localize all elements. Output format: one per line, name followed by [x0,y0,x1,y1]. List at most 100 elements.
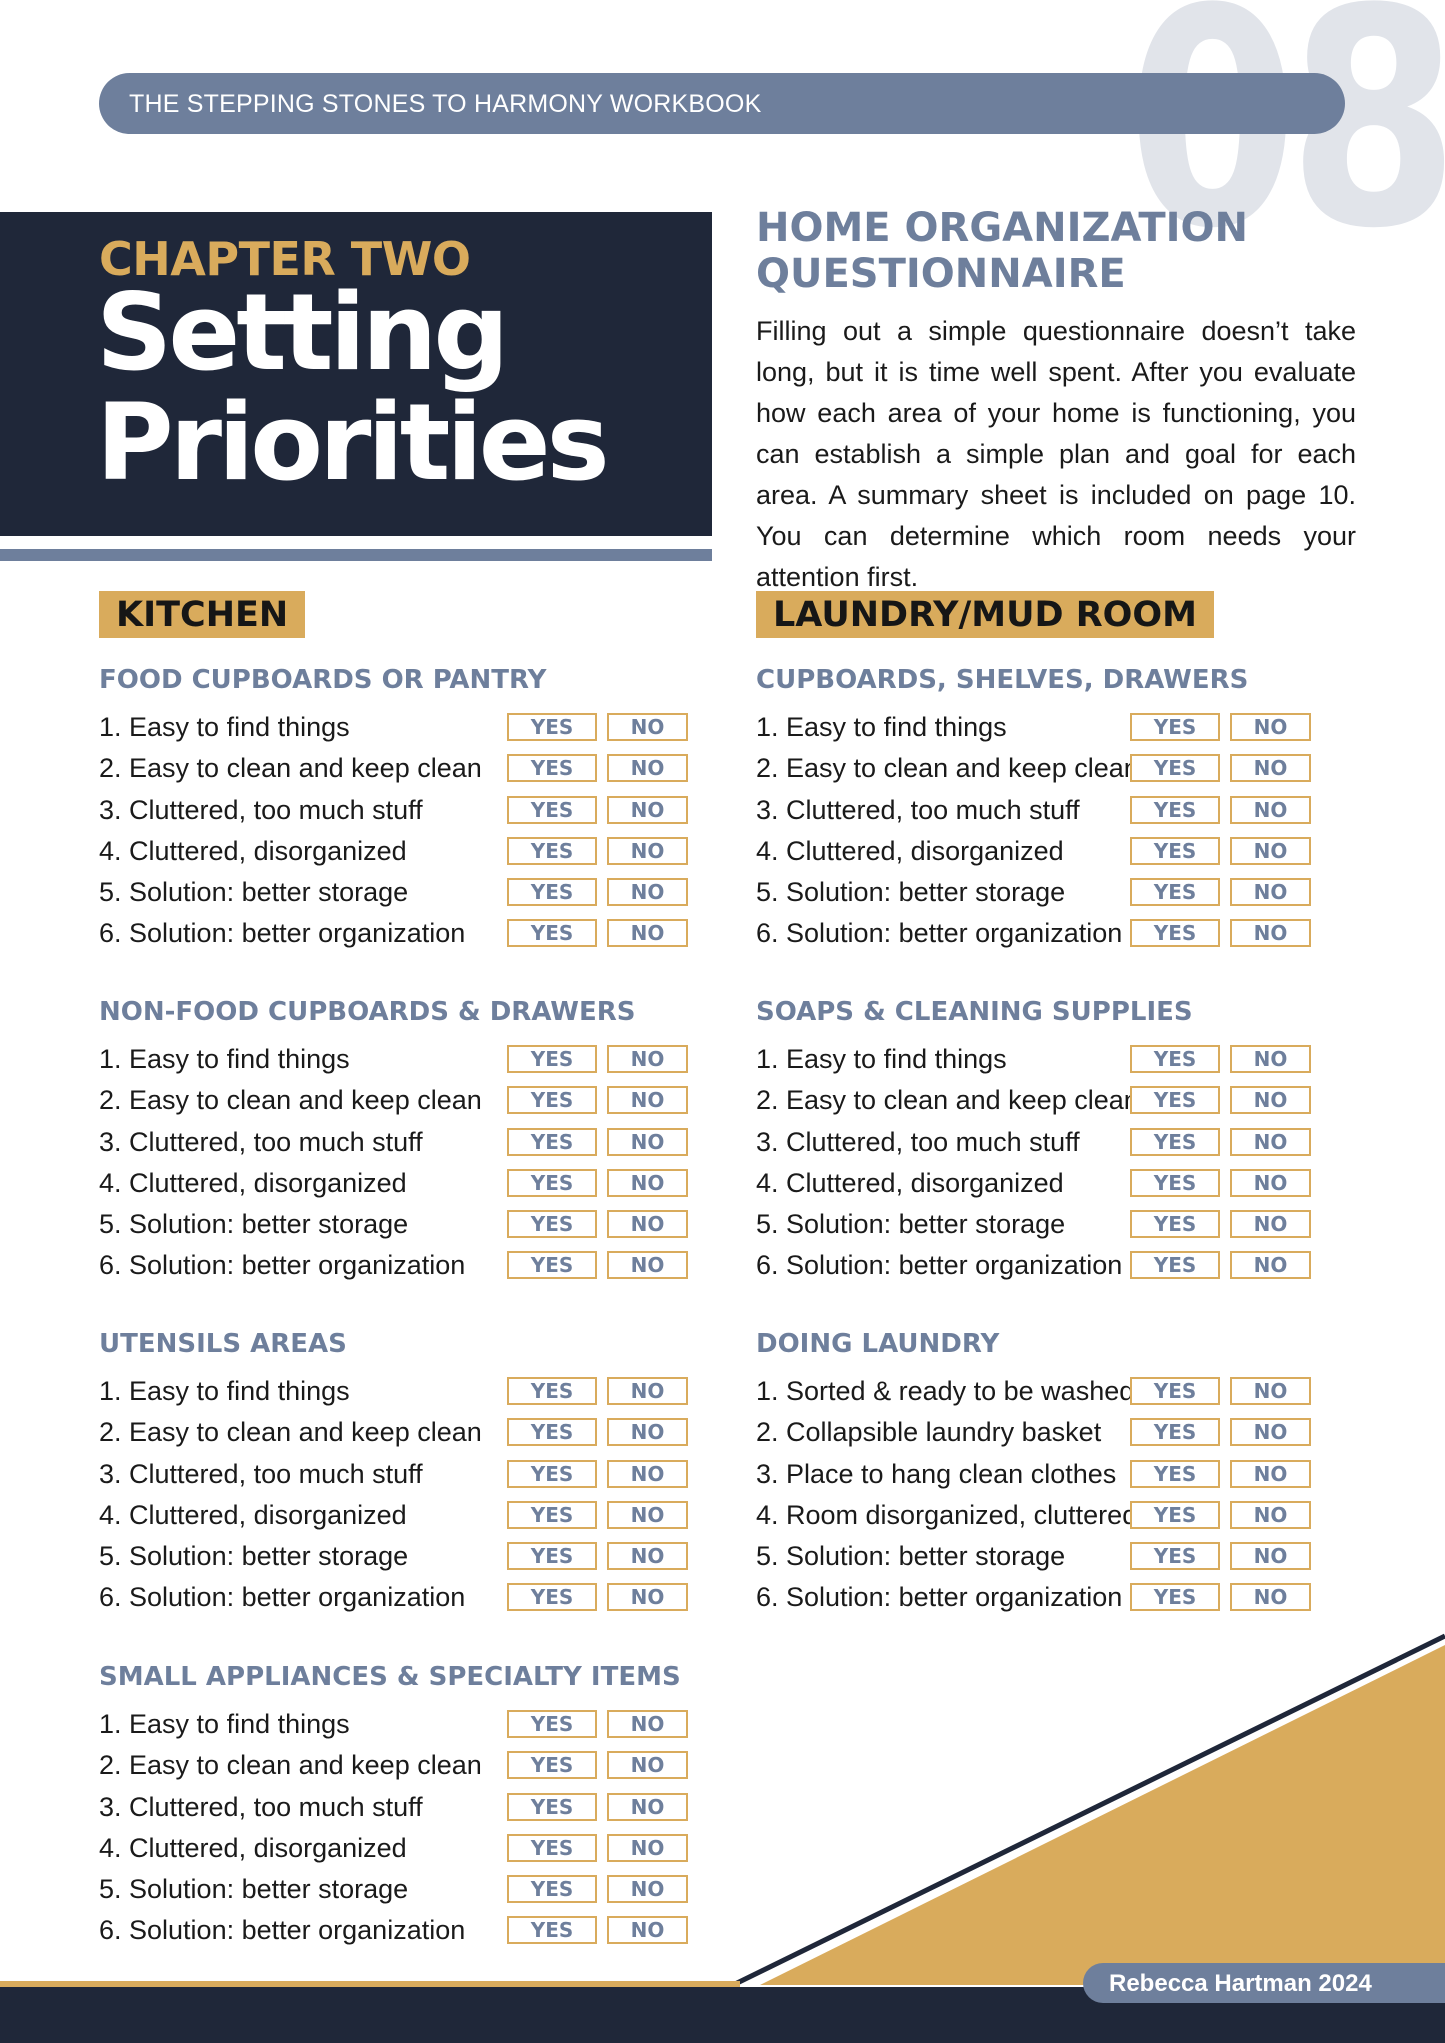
no-checkbox[interactable]: NO [607,754,688,783]
yes-checkbox[interactable]: YES [1130,1251,1220,1280]
yes-checkbox[interactable]: YES [1130,1086,1220,1115]
question-label: 6. Solution: better organization [99,918,466,949]
no-checkbox[interactable]: NO [607,1500,688,1529]
question-row: 4. Cluttered, disorganized YES NO [99,1831,699,1872]
yes-checkbox[interactable]: YES [507,1459,597,1488]
question-row: 2. Easy to clean and keep clean YES NO [99,1748,699,1789]
no-checkbox[interactable]: NO [607,795,688,824]
no-checkbox[interactable]: NO [1230,836,1311,865]
no-checkbox[interactable]: NO [607,878,688,907]
yes-checkbox[interactable]: YES [1130,713,1220,741]
no-checkbox[interactable]: NO [1230,1542,1311,1571]
no-checkbox[interactable]: NO [607,1583,688,1612]
yes-checkbox[interactable]: YES [1130,754,1220,783]
yes-checkbox[interactable]: YES [507,1542,597,1571]
no-checkbox[interactable]: NO [1230,1045,1311,1073]
no-checkbox[interactable]: NO [1230,1583,1311,1612]
no-checkbox[interactable]: NO [607,1916,688,1945]
yes-checkbox[interactable]: YES [507,795,597,824]
yes-checkbox[interactable]: YES [507,1168,597,1197]
no-checkbox[interactable]: NO [607,1210,688,1239]
no-checkbox[interactable]: NO [607,1168,688,1197]
no-checkbox[interactable]: NO [607,836,688,865]
yes-checkbox[interactable]: YES [1130,795,1220,824]
yes-checkbox[interactable]: YES [1130,1377,1220,1405]
no-checkbox[interactable]: NO [1230,754,1311,783]
question-row: 2. Collapsible laundry basket YES NO [756,1415,1356,1456]
yes-checkbox[interactable]: YES [507,1418,597,1447]
yes-checkbox[interactable]: YES [507,1127,597,1156]
yes-checkbox[interactable]: YES [507,1583,597,1612]
no-checkbox[interactable]: NO [607,1377,688,1405]
yes-checkbox[interactable]: YES [507,878,597,907]
no-checkbox[interactable]: NO [607,713,688,741]
yes-checkbox[interactable]: YES [1130,1500,1220,1529]
no-checkbox[interactable]: NO [607,1833,688,1862]
no-checkbox[interactable]: NO [1230,1377,1311,1405]
question-row: 6. Solution: better organization YES NO [99,916,699,957]
no-checkbox[interactable]: NO [607,1251,688,1280]
yes-checkbox[interactable]: YES [507,713,597,741]
yes-checkbox[interactable]: YES [1130,1583,1220,1612]
yes-checkbox[interactable]: YES [1130,1168,1220,1197]
yes-checkbox[interactable]: YES [1130,1459,1220,1488]
no-checkbox[interactable]: NO [1230,1086,1311,1115]
yes-checkbox[interactable]: YES [507,1045,597,1073]
yes-checkbox[interactable]: YES [1130,1418,1220,1447]
no-checkbox[interactable]: NO [1230,795,1311,824]
no-checkbox[interactable]: NO [1230,1418,1311,1447]
yes-checkbox[interactable]: YES [507,1210,597,1239]
yes-checkbox[interactable]: YES [507,1710,597,1738]
no-checkbox[interactable]: NO [607,1045,688,1073]
no-checkbox[interactable]: NO [607,1127,688,1156]
no-checkbox[interactable]: NO [607,1418,688,1447]
yes-checkbox[interactable]: YES [1130,1210,1220,1239]
question-label: 3. Cluttered, too much stuff [99,1791,423,1822]
section-title: FOOD CUPBOARDS OR PANTRY [99,665,547,695]
yes-checkbox[interactable]: YES [1130,1542,1220,1571]
yes-checkbox[interactable]: YES [1130,919,1220,948]
question-row: 6. Solution: better organization YES NO [99,1580,699,1621]
yes-checkbox[interactable]: YES [507,1833,597,1862]
yes-checkbox[interactable]: YES [1130,1127,1220,1156]
question-row: 4. Cluttered, disorganized YES NO [756,1166,1356,1207]
yes-checkbox[interactable]: YES [507,1875,597,1904]
question-label: 6. Solution: better organization [99,1915,466,1946]
question-label: 5. Solution: better storage [99,877,409,908]
yes-checkbox[interactable]: YES [507,1377,597,1405]
no-checkbox[interactable]: NO [607,1875,688,1904]
no-checkbox[interactable]: NO [607,1542,688,1571]
no-checkbox[interactable]: NO [1230,919,1311,948]
chapter-title: Setting Priorities [96,278,610,498]
question-row: 2. Easy to clean and keep clean YES NO [99,1083,699,1124]
no-checkbox[interactable]: NO [607,1792,688,1821]
no-checkbox[interactable]: NO [607,1086,688,1115]
yes-checkbox[interactable]: YES [507,919,597,948]
yes-checkbox[interactable]: YES [1130,836,1220,865]
no-checkbox[interactable]: NO [1230,1500,1311,1529]
no-checkbox[interactable]: NO [1230,713,1311,741]
yes-checkbox[interactable]: YES [1130,878,1220,907]
no-checkbox[interactable]: NO [607,1751,688,1780]
no-checkbox[interactable]: NO [1230,1459,1311,1488]
yes-checkbox[interactable]: YES [507,1086,597,1115]
yes-checkbox[interactable]: YES [507,1751,597,1780]
yes-checkbox[interactable]: YES [507,754,597,783]
yes-checkbox[interactable]: YES [507,1792,597,1821]
no-checkbox[interactable]: NO [1230,1127,1311,1156]
no-checkbox[interactable]: NO [607,1459,688,1488]
yes-checkbox[interactable]: YES [507,1500,597,1529]
questionnaire-intro-text: Filling out a simple questionnaire doesn… [756,316,1356,592]
no-checkbox[interactable]: NO [1230,1251,1311,1280]
no-checkbox[interactable]: NO [1230,878,1311,907]
no-checkbox[interactable]: NO [607,919,688,948]
yes-checkbox[interactable]: YES [507,1916,597,1945]
no-checkbox[interactable]: NO [1230,1168,1311,1197]
question-label: 3. Place to hang clean clothes [756,1458,1117,1489]
yes-checkbox[interactable]: YES [507,1251,597,1280]
yes-checkbox[interactable]: YES [1130,1045,1220,1073]
question-label: 4. Cluttered, disorganized [756,1167,1064,1198]
no-checkbox[interactable]: NO [607,1710,688,1738]
no-checkbox[interactable]: NO [1230,1210,1311,1239]
yes-checkbox[interactable]: YES [507,836,597,865]
